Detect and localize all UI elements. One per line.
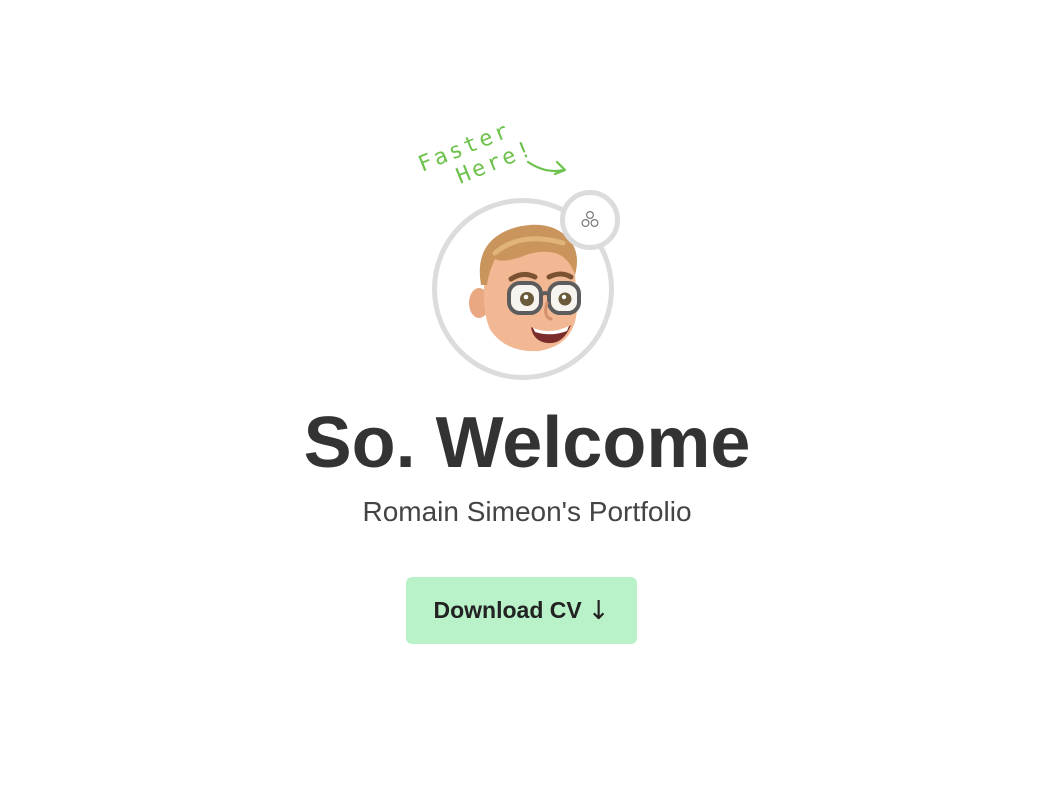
curved-arrow-icon [526,160,567,176]
page-title: So. Welcome [303,403,751,483]
page: Faster Here! So. Welcome Romain Simeon's… [0,0,1054,808]
download-cv-button[interactable]: Download CV ↓ [406,577,637,644]
handwritten-note: Faster Here! [415,118,567,190]
three-circles-icon [581,211,599,228]
down-arrow-icon: ↓ [587,595,610,626]
menu-button[interactable] [560,190,620,250]
download-cv-label: Download CV [433,597,582,623]
page-subtitle: Romain Simeon's Portfolio [362,496,692,527]
